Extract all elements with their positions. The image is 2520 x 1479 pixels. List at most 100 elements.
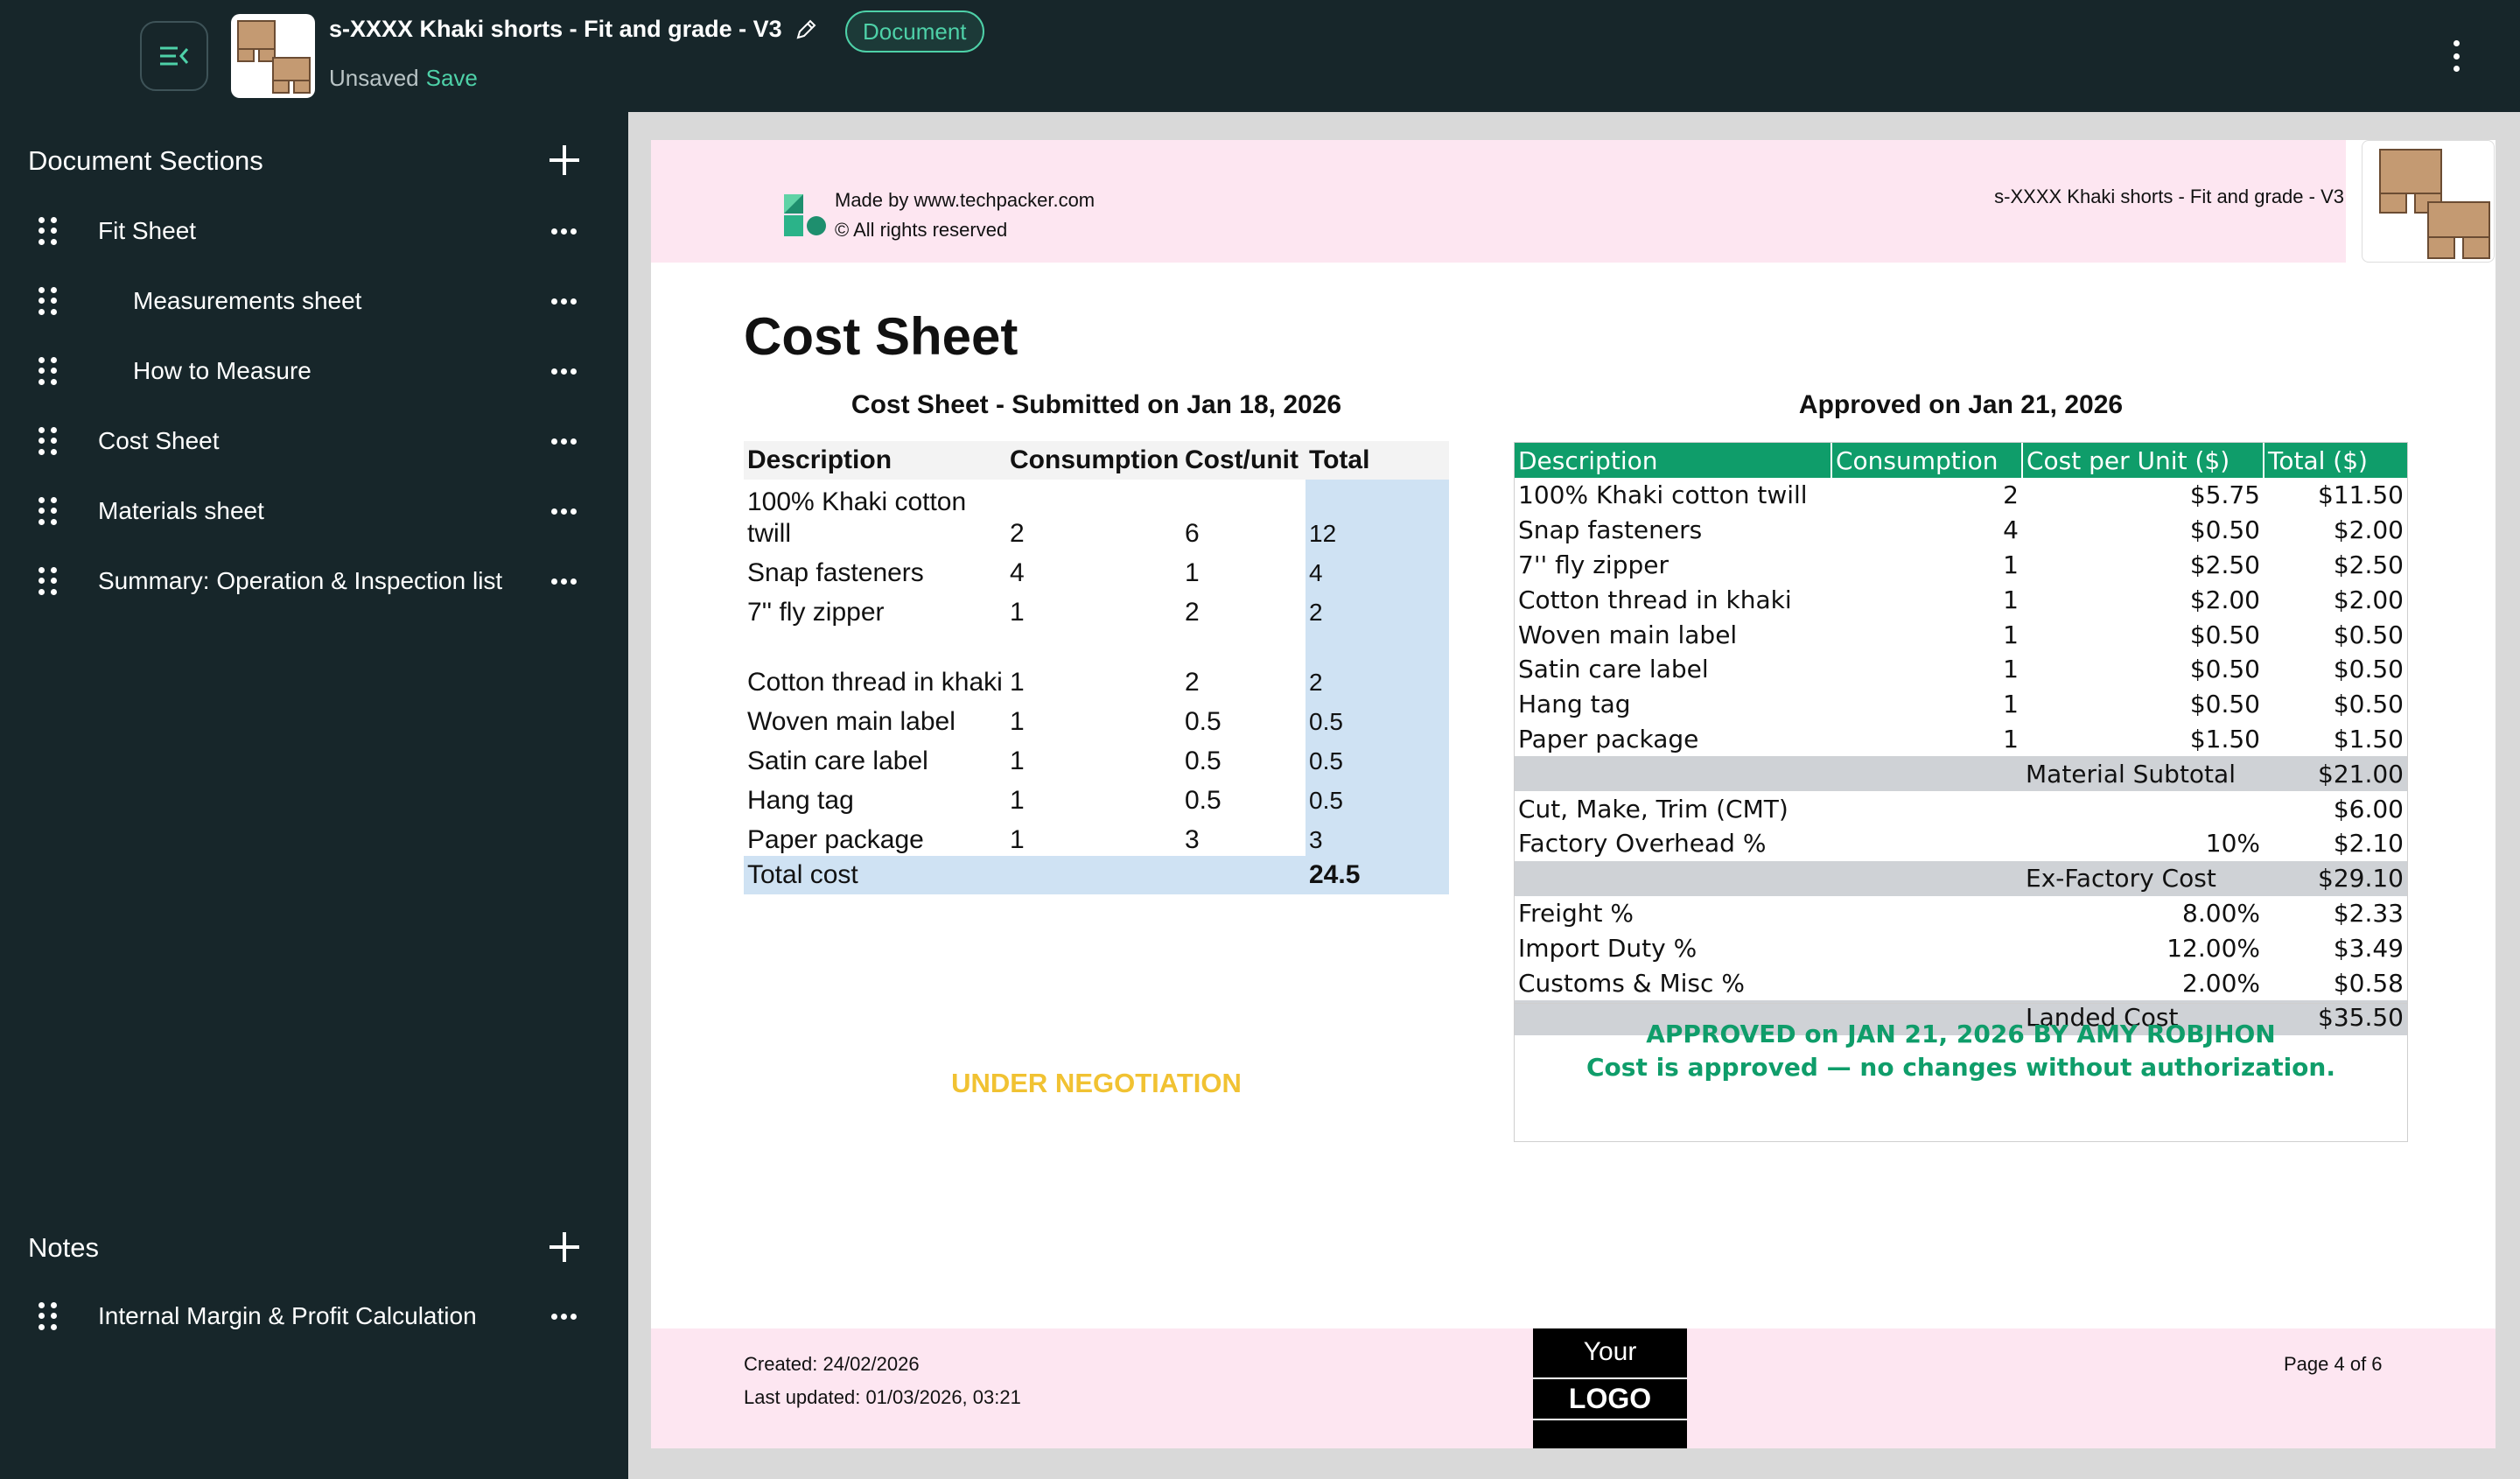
empty-cell xyxy=(2022,791,2264,826)
document-thumbnail[interactable] xyxy=(231,14,315,98)
total-value: 24.5 xyxy=(1306,856,1449,894)
cell-consumption: 1 xyxy=(2003,585,2019,614)
sidebar-item-how-to-measure[interactable]: How to Measure xyxy=(0,345,628,397)
drag-handle-icon[interactable] xyxy=(38,567,58,595)
overhead-pct: 10% xyxy=(2205,829,2260,859)
cell-cost: $0.50 xyxy=(2189,620,2260,649)
column-header: Description xyxy=(744,441,1006,480)
page-number: Page 4 of 6 xyxy=(2284,1353,2383,1375)
import-duty-value: $3.49 xyxy=(2333,933,2404,963)
document-type-badge: Document xyxy=(845,11,984,53)
cell-cost: 2 xyxy=(1185,598,1200,627)
drag-handle-icon[interactable] xyxy=(38,287,58,315)
sidebar-item-fit-sheet[interactable]: Fit Sheet xyxy=(0,205,628,257)
cell-total: $11.50 xyxy=(2318,480,2404,510)
table-row: 7'' fly zipper 1 $2.50 $2.50 xyxy=(1515,548,2407,583)
cell-consumption: 1 xyxy=(2003,655,2019,684)
cell-consumption: 4 xyxy=(2003,515,2019,545)
document-title[interactable]: s-XXXX Khaki shorts - Fit and grade - V3 xyxy=(329,16,817,43)
table-row: Woven main label 1 $0.50 $0.50 xyxy=(1515,617,2407,652)
techpacker-logo-icon xyxy=(784,194,826,236)
more-horizontal-icon[interactable] xyxy=(551,438,577,445)
drag-handle-icon[interactable] xyxy=(38,497,58,525)
cell-total: 12 xyxy=(1306,480,1449,550)
approval-note: Cost is approved — no changes without au… xyxy=(1586,1053,2335,1082)
cell-description: Paper package xyxy=(747,825,924,854)
sidebar-item-measurements-sheet[interactable]: Measurements sheet xyxy=(0,275,628,327)
customs-value: $0.58 xyxy=(2333,968,2404,998)
sidebar-item-label: Measurements sheet xyxy=(133,287,362,314)
drag-handle-icon[interactable] xyxy=(38,357,58,385)
more-horizontal-icon[interactable] xyxy=(551,1313,577,1320)
cell-description: Cotton thread in khaki xyxy=(747,668,1003,697)
freight-row: Freight % 8.00% $2.33 xyxy=(1515,896,2407,931)
cell-description: Hang tag xyxy=(1518,690,1631,719)
cell-cost: $0.50 xyxy=(2189,655,2260,684)
table-row: Woven main label 1 0.5 0.5 xyxy=(744,698,1449,738)
cell-cost: $0.50 xyxy=(2189,515,2260,545)
collapse-sidebar-button[interactable] xyxy=(140,21,208,91)
table-row: Hang tag 1 $0.50 $0.50 xyxy=(1515,687,2407,722)
customs-row: Customs & Misc % 2.00% $0.58 xyxy=(1515,965,2407,1000)
cell-description: 7'' fly zipper xyxy=(747,598,885,627)
save-link[interactable]: Save xyxy=(426,65,478,91)
page-title: Cost Sheet xyxy=(744,307,1018,366)
sidebar-item-label: Cost Sheet xyxy=(98,427,220,454)
column-header: Consumption xyxy=(1831,443,2023,478)
cell-description: Woven main label xyxy=(1518,620,1738,649)
overhead-row: Factory Overhead % 10% $2.10 xyxy=(1515,826,2407,861)
column-header: Description xyxy=(1515,443,1832,478)
table-row: Snap fasteners 4 1 4 xyxy=(744,550,1449,589)
cell-total: $2.00 xyxy=(2333,515,2404,545)
cmt-row: Cut, Make, Trim (CMT) $6.00 xyxy=(1515,791,2407,826)
sidebar-item-cost-sheet[interactable]: Cost Sheet xyxy=(0,415,628,467)
more-horizontal-icon[interactable] xyxy=(551,228,577,235)
cell-total: 0.5 xyxy=(1306,698,1449,738)
cell-cost: $1.50 xyxy=(2189,724,2260,754)
cell-cost: 2 xyxy=(1185,668,1200,697)
sidebar-item-label: Fit Sheet xyxy=(98,217,197,244)
add-section-icon[interactable] xyxy=(550,145,579,175)
empty-cell xyxy=(1831,791,2022,826)
more-horizontal-icon[interactable] xyxy=(551,368,577,375)
empty-cell xyxy=(1831,756,2022,792)
cell-consumption: 1 xyxy=(1010,707,1025,736)
sidebar-note-internal-margin[interactable]: Internal Margin & Profit Calculation xyxy=(0,1290,628,1342)
freight-value: $2.33 xyxy=(2333,898,2404,928)
sidebar-item-materials-sheet[interactable]: Materials sheet xyxy=(0,485,628,537)
header-product-image xyxy=(2362,140,2495,263)
cell-consumption: 4 xyxy=(1010,558,1025,587)
more-horizontal-icon[interactable] xyxy=(551,298,577,305)
drag-handle-icon[interactable] xyxy=(38,427,58,455)
more-horizontal-icon[interactable] xyxy=(551,578,577,585)
approved-cost-table-container: Description Consumption Cost per Unit ($… xyxy=(1514,442,2408,1142)
table-row: Satin care label 1 $0.50 $0.50 xyxy=(1515,652,2407,687)
overhead-value: $2.10 xyxy=(2333,829,2404,859)
sidebar-item-label: Summary: Operation & Inspection list xyxy=(98,567,503,594)
cell-consumption: 1 xyxy=(1010,786,1025,815)
ex-factory-value: $29.10 xyxy=(2264,860,2407,896)
approval-line: APPROVED on JAN 21, 2026 BY AMY ROBJHON xyxy=(1646,1020,2276,1048)
import-duty-label: Import Duty % xyxy=(1518,933,1698,963)
table-row: Satin care label 1 0.5 0.5 xyxy=(744,738,1449,777)
cell-description: Snap fasteners xyxy=(747,558,924,587)
cell-cost: $2.00 xyxy=(2189,585,2260,614)
empty-cell xyxy=(1181,856,1306,894)
drag-handle-icon[interactable] xyxy=(38,217,58,245)
sidebar-item-summary[interactable]: Summary: Operation & Inspection list xyxy=(0,555,628,607)
more-horizontal-icon[interactable] xyxy=(551,508,577,515)
cell-total: 4 xyxy=(1306,550,1449,589)
table-row: Cotton thread in khaki 1 2 2 xyxy=(744,628,1449,698)
cell-consumption: 1 xyxy=(2003,550,2019,579)
add-note-icon[interactable] xyxy=(550,1232,579,1262)
cell-total: $2.00 xyxy=(2333,585,2404,614)
drag-handle-icon[interactable] xyxy=(38,1302,58,1330)
approved-subtitle: Approved on Jan 21, 2026 xyxy=(1798,390,2124,419)
more-options-icon[interactable] xyxy=(2443,37,2469,75)
logo-line2: LOGO xyxy=(1533,1377,1687,1420)
document-page: Made by www.techpacker.com © All rights … xyxy=(651,140,2496,1448)
table-header-row: Description Consumption Cost per Unit ($… xyxy=(1515,443,2407,478)
cell-consumption: 1 xyxy=(2003,690,2019,719)
pencil-icon[interactable] xyxy=(794,18,817,41)
cell-consumption: 2 xyxy=(2003,480,2019,510)
